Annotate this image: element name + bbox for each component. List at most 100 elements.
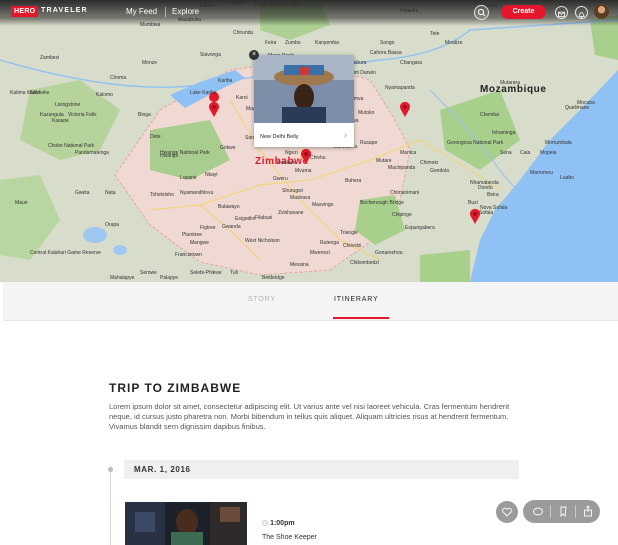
map-place-label: Nova Sofala <box>480 205 508 211</box>
map-place-label: Gonarezhou <box>375 250 403 256</box>
tab-story[interactable]: STORY <box>248 296 276 303</box>
map-place-label: Katima Mulilo <box>10 90 41 96</box>
trip-map[interactable]: Zimbabwe Mozambique LusakaKafue National… <box>0 0 618 282</box>
message-icon[interactable] <box>555 6 568 19</box>
map-place-label: Mwenezi <box>310 250 330 256</box>
map-place-label: Gwanda <box>222 224 241 230</box>
map-place-label: Morrumbala <box>545 140 572 146</box>
logo-badge[interactable]: HERO <box>11 6 39 17</box>
event-image[interactable] <box>125 502 247 545</box>
create-button[interactable]: Create <box>501 5 546 19</box>
avatar[interactable] <box>594 4 609 19</box>
logo-text[interactable]: TRAVELER <box>41 7 88 14</box>
map-place-label: Sena <box>500 150 512 156</box>
map-place-label: Mahalapye <box>110 275 135 281</box>
timeline-dot <box>108 467 113 472</box>
map-place-label: Nkayi <box>205 172 218 178</box>
map-place-label: Figtree <box>200 225 216 231</box>
map-place-label: Selebi-Phikwe <box>190 270 222 276</box>
timeline-line <box>110 466 111 545</box>
map-popup-card[interactable]: New Delhi Belly › × <box>249 50 354 147</box>
map-place-label: Mangwe <box>190 240 209 246</box>
tab-itinerary[interactable]: ITINERARY <box>334 296 378 303</box>
map-place-label: Dondo <box>478 185 493 191</box>
event-time: ◷ 1:00pm <box>262 519 295 527</box>
map-place-label: Filabusi <box>255 215 273 221</box>
heart-icon[interactable] <box>496 501 518 523</box>
map-place-label: Kalomo <box>96 92 113 98</box>
map-place-label: Dete <box>150 134 161 140</box>
map-place-label: Hwange National Park <box>160 150 210 156</box>
notification-bell-icon[interactable] <box>575 6 588 19</box>
map-place-label: Francistown <box>175 252 202 258</box>
map-place-label: Birchenough Bridge <box>360 200 404 206</box>
map-place-label: Changara <box>400 60 422 66</box>
comment-icon[interactable] <box>526 500 550 523</box>
action-button-group <box>523 500 600 523</box>
story-tab-bar: STORY ITINERARY <box>3 282 618 321</box>
map-place-label: Inhaminga <box>492 130 516 136</box>
trip-title: TRIP TO ZIMBABWE <box>109 381 242 395</box>
map-place-label: Zvishavane <box>278 210 304 216</box>
search-icon[interactable] <box>474 5 489 20</box>
map-place-label: Kasane <box>52 118 69 124</box>
itinerary-date-header: MAR. 1, 2016 <box>124 460 519 479</box>
map-place-label: Chikombedzi <box>350 260 379 266</box>
map-place-label: Chirundu <box>233 30 254 36</box>
event-name[interactable]: The Shoe Keeper <box>262 534 317 541</box>
map-place-label: Beira <box>487 192 499 198</box>
map-place-label: Lake Kariba <box>190 90 217 96</box>
map-place-label: Choma <box>110 75 127 81</box>
map-place-label: Kanyemba <box>315 40 339 46</box>
event-time-label: 1:00pm <box>270 520 295 527</box>
map-place-label: Mocuba <box>577 100 595 106</box>
map-place-label: Feira <box>265 40 277 46</box>
map-place-label: Livingstone <box>55 102 81 108</box>
map-pin-icon[interactable] <box>208 101 220 118</box>
popup-title: New Delhi Belly <box>260 134 299 140</box>
map-place-label: Rusape <box>360 140 378 146</box>
map-place-label: Shurugwi <box>282 188 303 194</box>
map-place-label: Masvingo <box>312 202 334 208</box>
share-icon[interactable] <box>576 500 600 523</box>
map-place-label: Mvuma <box>295 168 312 174</box>
map-place-label: Nyamapanda <box>385 85 415 91</box>
map-place-label: Maun <box>15 200 28 206</box>
map-place-label: Kwekwe <box>277 160 296 166</box>
map-place-label: Tete <box>430 31 440 37</box>
close-icon[interactable]: × <box>249 50 259 60</box>
map-place-label: Gondola <box>430 168 449 174</box>
map-place-label: Marromeu <box>530 170 553 176</box>
map-place-label: Moatize <box>445 40 463 46</box>
map-place-label: Zambezi <box>40 55 60 61</box>
map-place-label: Triangle <box>340 230 358 236</box>
map-place-label: Cahora Bassa <box>370 50 402 56</box>
map-place-label: Chimanimani <box>390 190 420 196</box>
map-place-label: Central Kalahari Game Reserve <box>30 250 101 256</box>
bookmark-icon[interactable] <box>551 500 575 523</box>
map-place-label: West Nicholson <box>245 238 280 244</box>
active-tab-indicator <box>333 317 389 319</box>
map-place-label: Gweta <box>75 190 90 196</box>
map-place-label: Luabo <box>560 175 574 181</box>
map-place-label: Mopeia <box>540 150 557 156</box>
nav-explore[interactable]: Explore <box>172 7 199 16</box>
map-place-label: Chemba <box>480 112 499 118</box>
map-place-label: Rutenga <box>320 240 339 246</box>
map-place-label: Buzi <box>468 200 478 206</box>
map-place-label: Tsholotsho <box>150 192 174 198</box>
map-place-label: Mutarara <box>500 80 521 86</box>
itinerary-date: MAR. 1, 2016 <box>134 465 191 474</box>
map-place-label: Victoria Falls <box>68 112 97 118</box>
map-place-label: Mutoko <box>358 110 375 116</box>
top-navigation-bar: HERO TRAVELER My Feed Explore Create <box>0 0 618 26</box>
map-place-label: Orapa <box>105 222 119 228</box>
map-place-label: Kariba <box>218 78 233 84</box>
map-place-label: Mashava <box>290 195 311 201</box>
map-place-label: Nyamandhlovu <box>180 190 214 196</box>
map-place-label: Gorongosa National Park <box>447 140 504 146</box>
map-place-label: Buhera <box>345 178 362 184</box>
nav-my-feed[interactable]: My Feed <box>126 7 157 16</box>
map-place-label: Siavonga <box>200 52 221 58</box>
map-pin-icon[interactable] <box>399 101 411 118</box>
